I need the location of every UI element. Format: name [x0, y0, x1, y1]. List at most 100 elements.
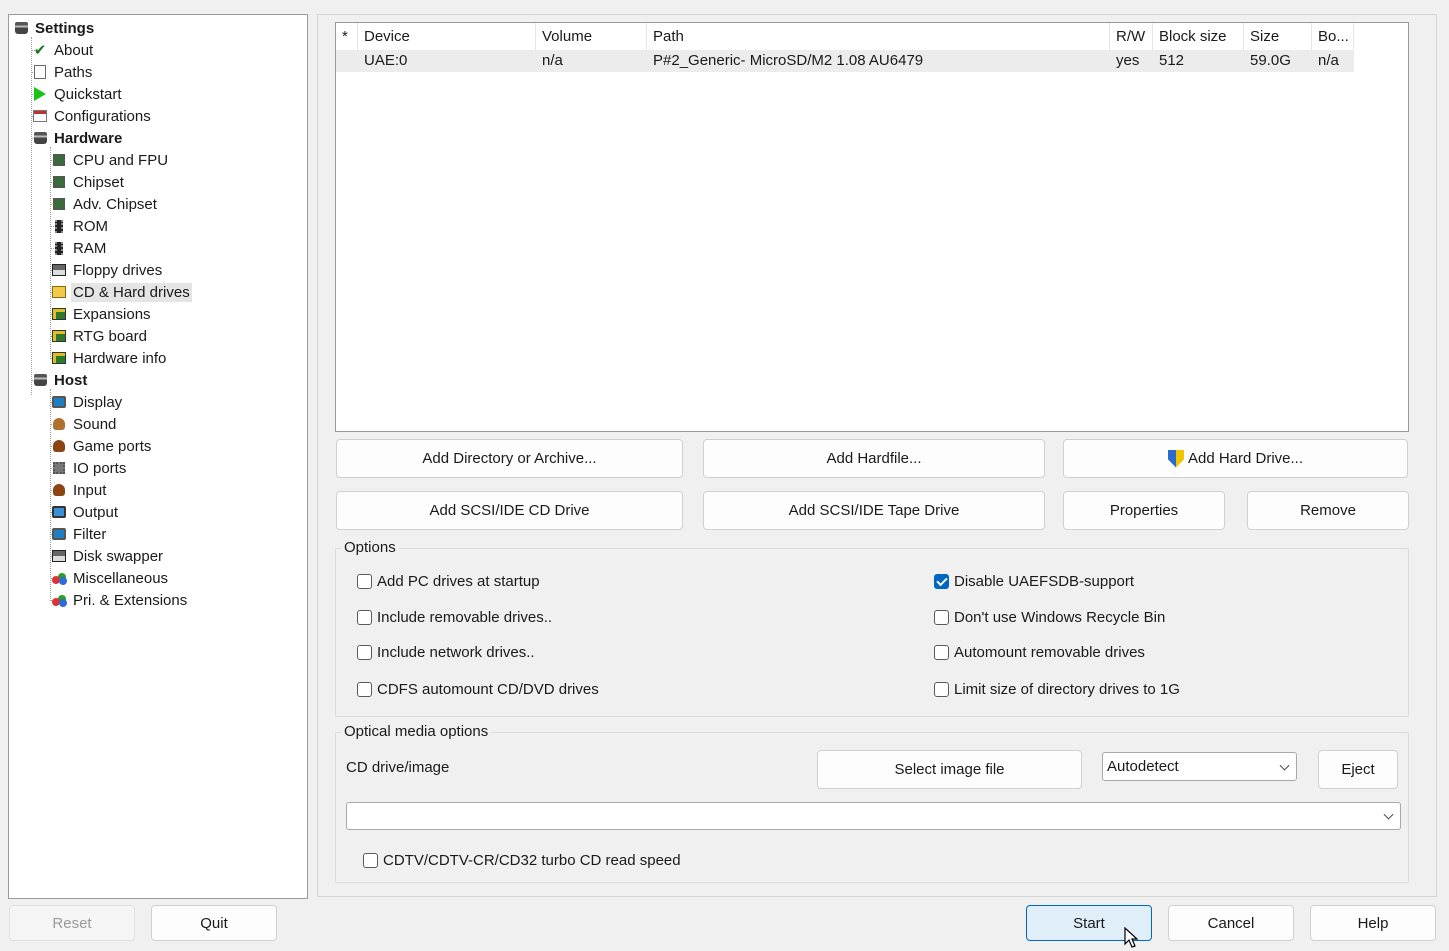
checkbox-label: Automount removable drives — [954, 644, 1145, 661]
column-header-volume[interactable]: Volume — [536, 23, 647, 50]
include-network-checkbox[interactable]: Include network drives.. — [357, 644, 535, 661]
chip-icon — [51, 152, 67, 168]
checkbox-label: Include removable drives.. — [377, 609, 553, 626]
column-header-star[interactable]: * — [336, 23, 358, 50]
include-removable-checkbox[interactable]: Include removable drives.. — [357, 609, 552, 626]
port-icon — [51, 460, 67, 476]
quit-button[interactable]: Quit — [151, 905, 277, 941]
turbo-cd-read-checkbox[interactable]: CDTV/CDTV-CR/CD32 turbo CD read speed — [363, 852, 681, 869]
checkbox-label: Add PC drives at startup — [377, 573, 540, 590]
column-header-boot[interactable]: Bo... — [1312, 23, 1354, 50]
tree-item-pri-extensions[interactable]: Pri. & Extensions — [51, 589, 189, 611]
settings-tree[interactable]: Settings ✔ About Paths Quickstart Config… — [8, 14, 308, 899]
checkbox-box[interactable] — [357, 645, 372, 660]
tree-item-floppy[interactable]: Floppy drives — [51, 259, 164, 281]
tree-item-adv-chipset[interactable]: Adv. Chipset — [51, 193, 159, 215]
mouse-cursor-icon — [1124, 927, 1139, 948]
column-header-size[interactable]: Size — [1244, 23, 1312, 50]
board-icon — [51, 306, 67, 322]
tree-item-chipset[interactable]: Chipset — [51, 171, 126, 193]
cell-star — [336, 50, 358, 72]
cell-volume: n/a — [542, 52, 563, 69]
column-header-rw[interactable]: R/W — [1110, 23, 1153, 50]
tree-item-quickstart[interactable]: Quickstart — [32, 83, 124, 105]
tree-item-ram[interactable]: RAM — [51, 237, 108, 259]
joystick-icon — [51, 438, 67, 454]
checkbox-box[interactable] — [357, 574, 372, 589]
tree-item-miscellaneous[interactable]: Miscellaneous — [51, 567, 170, 589]
balls-icon — [51, 570, 67, 586]
ram-chip-icon — [51, 240, 67, 256]
tree-item-cd-hard-drives[interactable]: CD & Hard drives — [51, 281, 192, 303]
cd-mode-select[interactable]: Autodetect — [1102, 752, 1297, 781]
add-hardfile-button[interactable]: Add Hardfile... — [703, 439, 1045, 478]
tree-item-io-ports[interactable]: IO ports — [51, 457, 128, 479]
tree-item-configurations[interactable]: Configurations — [32, 105, 153, 127]
automount-removable-checkbox[interactable]: Automount removable drives — [934, 644, 1145, 661]
column-header-device[interactable]: Device — [358, 23, 536, 50]
limit-dir-size-checkbox[interactable]: Limit size of directory drives to 1G — [934, 681, 1180, 698]
add-directory-button[interactable]: Add Directory or Archive... — [336, 439, 683, 478]
cell-rw: yes — [1116, 52, 1140, 69]
tree-item-game-ports[interactable]: Game ports — [51, 435, 153, 457]
column-header-path[interactable]: Path — [647, 23, 1110, 50]
tree-item-expansions[interactable]: Expansions — [51, 303, 153, 325]
add-pc-drives-checkbox[interactable]: Add PC drives at startup — [357, 573, 540, 590]
tree-item-disk-swapper[interactable]: Disk swapper — [51, 545, 165, 567]
add-hard-drive-label: Add Hard Drive... — [1187, 450, 1304, 467]
tree-item-hardware[interactable]: Hardware — [32, 127, 124, 149]
rom-chip-icon — [51, 218, 67, 234]
checkbox-box[interactable] — [934, 645, 949, 660]
tree-item-display[interactable]: Display — [51, 391, 124, 413]
checkbox-box[interactable] — [357, 682, 372, 697]
help-button[interactable]: Help — [1310, 905, 1436, 941]
eject-button[interactable]: Eject — [1318, 750, 1398, 789]
cdfs-automount-checkbox[interactable]: CDFS automount CD/DVD drives — [357, 681, 599, 698]
disable-uaefsdb-checkbox[interactable]: Disable UAEFSDB-support — [934, 573, 1134, 590]
add-cd-drive-button[interactable]: Add SCSI/IDE CD Drive — [336, 491, 683, 530]
monitor-icon — [51, 394, 67, 410]
tree-item-cpu[interactable]: CPU and FPU — [51, 149, 170, 171]
tree-item-input[interactable]: Input — [51, 479, 108, 501]
tree-item-about[interactable]: ✔ About — [32, 39, 95, 61]
tree-item-hardware-info[interactable]: Hardware info — [51, 347, 168, 369]
table-row[interactable]: UAE:0 n/a P#2_Generic- MicroSD/M2 1.08 A… — [336, 50, 1354, 72]
tree-item-rom[interactable]: ROM — [51, 215, 110, 237]
options-title: Options — [341, 539, 399, 556]
checkbox-label: Disable UAEFSDB-support — [954, 573, 1135, 590]
add-hard-drive-button[interactable]: Add Hard Drive... — [1063, 439, 1408, 478]
chip-icon — [51, 196, 67, 212]
add-tape-drive-button[interactable]: Add SCSI/IDE Tape Drive — [703, 491, 1045, 530]
tree-item-output[interactable]: Output — [51, 501, 120, 523]
checkbox-box[interactable] — [357, 610, 372, 625]
tree-item-paths[interactable]: Paths — [32, 61, 94, 83]
cd-image-path-combo[interactable] — [346, 802, 1401, 830]
uac-shield-icon — [1167, 449, 1184, 468]
disk-icon — [13, 20, 29, 36]
tree-item-host[interactable]: Host — [32, 369, 89, 391]
board-icon — [51, 350, 67, 366]
reset-button[interactable]: Reset — [9, 905, 135, 941]
config-icon — [32, 108, 48, 124]
tree-item-sound[interactable]: Sound — [51, 413, 118, 435]
checkbox-box[interactable] — [934, 610, 949, 625]
cell-path: P#2_Generic- MicroSD/M2 1.08 AU6479 — [653, 52, 924, 69]
checkbox-box[interactable] — [363, 853, 378, 868]
cd-drive-icon — [51, 284, 67, 300]
tree-item-filter[interactable]: Filter — [51, 523, 108, 545]
no-recycle-bin-checkbox[interactable]: Don't use Windows Recycle Bin — [934, 609, 1165, 626]
tree-item-rtg-board[interactable]: RTG board — [51, 325, 149, 347]
select-image-file-button[interactable]: Select image file — [817, 750, 1082, 789]
cd-drive-image-label: CD drive/image — [346, 759, 450, 776]
cancel-button[interactable]: Cancel — [1168, 905, 1294, 941]
checkbox-box[interactable] — [934, 682, 949, 697]
remove-button[interactable]: Remove — [1247, 491, 1409, 530]
column-header-block-size[interactable]: Block size — [1153, 23, 1244, 50]
monitor-icon — [51, 526, 67, 542]
tree-item-settings[interactable]: Settings — [13, 17, 96, 39]
joystick-icon — [51, 482, 67, 498]
drive-list[interactable]: * Device Volume Path R/W Block size Size… — [335, 22, 1409, 432]
cell-device: UAE:0 — [364, 52, 408, 69]
properties-button[interactable]: Properties — [1063, 491, 1225, 530]
checkbox-box-checked[interactable] — [934, 574, 949, 589]
